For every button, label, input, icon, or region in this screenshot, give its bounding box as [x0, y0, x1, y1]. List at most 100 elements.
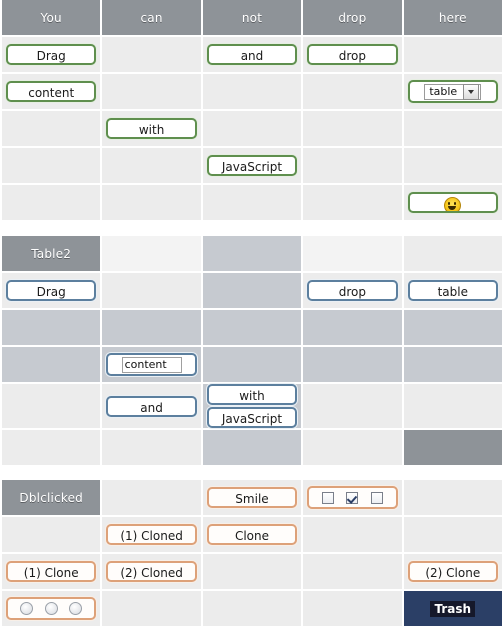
- table-2-cell-r0c3[interactable]: [303, 236, 402, 271]
- table-2-cell-r0c2[interactable]: [202, 236, 302, 271]
- draggable-content-input-box[interactable]: [106, 353, 197, 376]
- table-2-cell-r4c3[interactable]: [303, 384, 402, 428]
- table-3-cell-r2c2[interactable]: [202, 554, 302, 589]
- table-1-cell-r1c3[interactable]: drop: [303, 37, 402, 72]
- draggable-and[interactable]: and: [206, 44, 298, 65]
- draggable-clone[interactable]: Clone: [206, 524, 298, 545]
- radio-2[interactable]: [44, 602, 58, 615]
- draggable-smiley[interactable]: [407, 192, 498, 213]
- table-2-cell-r1c0[interactable]: Drag: [2, 273, 101, 308]
- checkbox-3[interactable]: [371, 491, 384, 504]
- draggable-clone-2[interactable]: (2) Clone: [407, 561, 498, 582]
- table-2-cell-r5c3[interactable]: [303, 430, 402, 465]
- table-1-cell-r3c0[interactable]: [2, 111, 101, 146]
- draggable-drag[interactable]: Drag: [6, 44, 97, 65]
- table-1-cell-r5c4[interactable]: [403, 185, 502, 220]
- table-1-cell-r4c0[interactable]: [2, 148, 101, 183]
- table-1-cell-r1c0[interactable]: Drag: [2, 37, 101, 72]
- table-1-cell-r4c1[interactable]: [102, 148, 201, 183]
- draggable-clone-1[interactable]: (1) Clone: [6, 561, 97, 582]
- draggable-table-2[interactable]: table: [407, 280, 498, 301]
- table-2-cell-r5c1[interactable]: [102, 430, 201, 465]
- table-2-cell-r1c4[interactable]: table: [403, 273, 502, 308]
- chevron-down-icon[interactable]: [463, 83, 480, 100]
- table-1-cell-r4c2[interactable]: JavaScript: [202, 148, 302, 183]
- table-1-cell-r3c3[interactable]: [303, 111, 402, 146]
- draggable-drop[interactable]: drop: [307, 44, 398, 65]
- table-1-cell-r1c2[interactable]: and: [202, 37, 302, 72]
- table-3-cell-r3c0[interactable]: [2, 591, 101, 626]
- table-3-cell-r2c3[interactable]: [303, 554, 402, 589]
- table-1-cell-r5c3[interactable]: [303, 185, 402, 220]
- draggable-select-box[interactable]: table: [407, 80, 498, 103]
- table-1-cell-r1c4[interactable]: [403, 37, 502, 72]
- table-3-cell-r0c1[interactable]: [102, 480, 201, 515]
- draggable-and-2[interactable]: and: [106, 395, 197, 417]
- draggable-content[interactable]: content: [6, 81, 97, 102]
- checkbox-group-box[interactable]: [307, 486, 398, 509]
- table-1-cell-r3c4[interactable]: [403, 111, 502, 146]
- table-3-cell-r1c4[interactable]: [403, 517, 502, 552]
- table-2-cell-r0c4[interactable]: [403, 236, 502, 271]
- table-2-cell-r2c0[interactable]: [2, 310, 101, 345]
- draggable-cloned-1[interactable]: (1) Cloned: [106, 524, 197, 545]
- table-1-cell-r3c2[interactable]: [202, 111, 302, 146]
- draggable-drop-2[interactable]: drop: [307, 280, 398, 301]
- table-3-cell-r1c2[interactable]: Clone: [202, 517, 302, 552]
- table-1-cell-r5c2[interactable]: [202, 185, 302, 220]
- table-3-cell-r2c4[interactable]: (2) Clone: [403, 554, 502, 589]
- table-1-cell-r2c2[interactable]: [202, 74, 302, 109]
- table-2-cell-r3c2[interactable]: [202, 347, 302, 382]
- radio-group-box[interactable]: [6, 597, 97, 620]
- table-2-cell-r2c2[interactable]: [202, 310, 302, 345]
- table-2-cell-r2c4[interactable]: [403, 310, 502, 345]
- table-2-cell-r3c0[interactable]: [2, 347, 101, 382]
- table-3-cell-r3c1[interactable]: [102, 591, 201, 626]
- table-2-cell-r4c2[interactable]: with JavaScript: [202, 384, 302, 428]
- table-1-cell-r3c1[interactable]: with: [102, 111, 201, 146]
- table-2-cell-r1c3[interactable]: drop: [303, 273, 402, 308]
- draggable-smile[interactable]: Smile: [206, 487, 298, 508]
- table-1-cell-r1c1[interactable]: [102, 37, 201, 72]
- table-3-cell-r2c0[interactable]: (1) Clone: [2, 554, 101, 589]
- radio-1[interactable]: [19, 602, 33, 615]
- table-2-cell-r2c1[interactable]: [102, 310, 201, 345]
- table-3-cell-r3c3[interactable]: [303, 591, 402, 626]
- draggable-drag-2[interactable]: Drag: [6, 280, 97, 301]
- table-2-cell-r4c4[interactable]: [403, 384, 502, 428]
- draggable-with[interactable]: with: [106, 118, 197, 139]
- table-2-cell-r5c0[interactable]: [2, 430, 101, 465]
- table-3-cell-r3c2[interactable]: [202, 591, 302, 626]
- table-3-cell-r1c0[interactable]: [2, 517, 101, 552]
- table-1-cell-r2c0[interactable]: content: [2, 74, 101, 109]
- table-2-cell-r2c3[interactable]: [303, 310, 402, 345]
- table-2-cell-r1c2[interactable]: [202, 273, 302, 308]
- table-1-cell-r2c3[interactable]: [303, 74, 402, 109]
- draggable-javascript[interactable]: JavaScript: [206, 155, 298, 176]
- checkbox-2[interactable]: [346, 491, 359, 504]
- draggable-javascript-2[interactable]: JavaScript: [206, 407, 298, 428]
- table-2-cell-r0c1[interactable]: [102, 236, 201, 271]
- table-3-cell-r0c3[interactable]: [303, 480, 402, 515]
- table-1-cell-r4c4[interactable]: [403, 148, 502, 183]
- table-3-cell-r1c3[interactable]: [303, 517, 402, 552]
- draggable-with-2[interactable]: with: [206, 384, 298, 405]
- content-input[interactable]: [121, 356, 182, 373]
- table-2-cell-r5c2[interactable]: [202, 430, 302, 465]
- table-2-cell-r3c3[interactable]: [303, 347, 402, 382]
- draggable-cloned-2[interactable]: (2) Cloned: [106, 561, 197, 582]
- table-1-cell-r2c4[interactable]: table: [403, 74, 502, 109]
- table-1-cell-r2c1[interactable]: [102, 74, 201, 109]
- trash-drop-zone[interactable]: Trash: [403, 591, 502, 626]
- table-2-cell-r3c4[interactable]: [403, 347, 502, 382]
- radio-3[interactable]: [69, 602, 83, 615]
- table-select[interactable]: table: [424, 83, 482, 100]
- checkbox-1[interactable]: [321, 491, 334, 504]
- table-2-cell-r4c0[interactable]: [2, 384, 101, 428]
- table-2-cell-r3c1[interactable]: [102, 347, 201, 382]
- table-3-cell-r1c1[interactable]: (1) Cloned: [102, 517, 201, 552]
- table-2-cell-r1c1[interactable]: [102, 273, 201, 308]
- table-2-cell-r4c1[interactable]: and: [102, 384, 201, 428]
- table-3-cell-r0c2[interactable]: Smile: [202, 480, 302, 515]
- table-1-cell-r4c3[interactable]: [303, 148, 402, 183]
